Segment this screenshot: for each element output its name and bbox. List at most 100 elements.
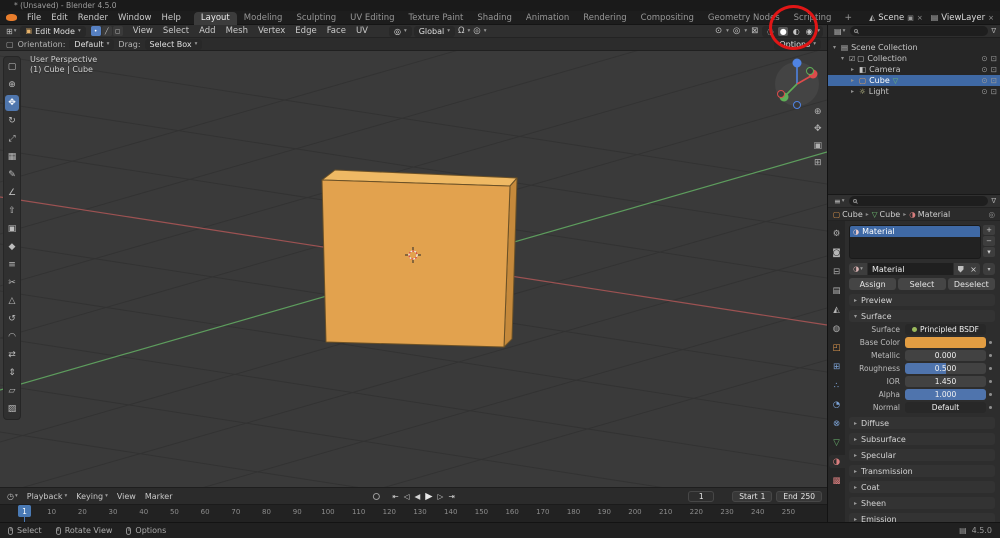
collapsed-panel-header[interactable]: ▸Sheen — [849, 497, 995, 509]
disclosure-arrow-icon[interactable]: ▸ — [851, 66, 859, 73]
remove-view-layer-icon[interactable]: × — [988, 14, 994, 22]
material-preview-shading-icon[interactable]: ◐ — [791, 27, 801, 36]
workspace-tab[interactable]: Shading — [470, 12, 519, 25]
menu-item[interactable]: UV — [351, 24, 373, 38]
tool-edge-slide[interactable]: ⇄ — [5, 347, 19, 363]
outliner-row[interactable]: ▸ ▢ Cube ▽ ⊙ ⊡ — [828, 75, 1000, 86]
disable-in-render-icon[interactable]: ⊡ — [991, 87, 997, 96]
breadcrumb-item[interactable]: ▢ Cube — [833, 210, 863, 219]
frame-end-field[interactable]: End 250 — [776, 491, 822, 502]
tool-scale[interactable]: ⤢ — [5, 131, 19, 147]
alpha-slider[interactable]: 1.000 — [905, 389, 986, 400]
hide-in-viewport-icon[interactable]: ⊙ — [981, 65, 987, 74]
tab-texture[interactable]: ▩ — [829, 474, 845, 487]
workspace-tab[interactable]: UV Editing — [343, 12, 401, 25]
disclosure-arrow-icon[interactable]: ▸ — [851, 77, 859, 84]
hide-in-viewport-icon[interactable]: ⊙ — [981, 76, 987, 85]
outliner-row[interactable]: ▾ ▤ Scene Collection — [828, 42, 1000, 53]
toggle-xray-icon[interactable]: ⊠ — [750, 26, 759, 36]
menu-item[interactable]: File — [22, 11, 46, 25]
cube-front-face[interactable] — [322, 180, 510, 347]
outliner-search-input[interactable] — [850, 26, 988, 36]
workspace-tab[interactable]: Geometry Nodes — [701, 12, 787, 25]
tool-smooth[interactable]: ◠ — [5, 329, 19, 345]
tab-object[interactable]: ◰ — [829, 341, 845, 354]
menu-item[interactable]: Edge — [290, 24, 321, 38]
playhead[interactable]: 1 — [18, 505, 31, 517]
mode-dropdown[interactable]: ▣ Edit Mode ▾ — [20, 26, 85, 37]
menu-item[interactable]: Help — [156, 11, 185, 25]
gizmo-z-axis[interactable] — [793, 59, 802, 68]
animate-property-dot[interactable] — [986, 354, 995, 357]
rendered-shading-icon[interactable]: ◉ — [804, 27, 814, 36]
menu-item[interactable]: Face — [322, 24, 351, 38]
menu-item[interactable]: Mesh — [221, 24, 253, 38]
add-slot-button[interactable]: + — [983, 225, 995, 235]
frame-start-field[interactable]: Start 1 — [732, 491, 772, 502]
disclosure-arrow-icon[interactable]: ▾ — [833, 44, 841, 51]
workspace-tab[interactable]: Modeling — [237, 12, 290, 25]
action-button[interactable]: Select — [898, 278, 945, 290]
disable-in-render-icon[interactable]: ⊡ — [991, 76, 997, 85]
pan-icon[interactable]: ✥ — [814, 124, 822, 134]
show-gizmo-icon[interactable]: ⊙ — [714, 26, 723, 36]
animate-property-dot[interactable] — [986, 341, 995, 344]
filter-icon[interactable]: ∇ — [991, 197, 996, 205]
timeline-menu[interactable]: Keying▾ — [72, 492, 112, 501]
show-overlays-icon[interactable]: ◎ — [732, 26, 741, 36]
animate-property-dot[interactable] — [986, 367, 995, 370]
menu-item[interactable]: Add — [194, 24, 220, 38]
base-color-swatch[interactable] — [905, 337, 986, 348]
collapsed-panel-header[interactable]: ▸Coat — [849, 481, 995, 493]
outliner-row[interactable]: ▸ ◧ Camera ⊙ ⊡ — [828, 64, 1000, 75]
menu-item[interactable]: Window — [113, 11, 157, 25]
preview-panel-header[interactable]: ▸ Preview — [849, 294, 995, 306]
filter-icon[interactable]: ∇ — [991, 27, 996, 35]
material-specials-button[interactable]: ▾ — [983, 263, 995, 275]
face-select-button[interactable]: ▢ — [113, 26, 123, 36]
view-layer-selector[interactable]: ViewLayer — [941, 13, 985, 23]
properties-search-input[interactable] — [849, 196, 988, 206]
timeline-editor-icon[interactable]: ◷▾ — [5, 492, 20, 501]
tool-poly-build[interactable]: △ — [5, 293, 19, 309]
menu-item[interactable]: Edit — [46, 11, 72, 25]
tab-modifiers[interactable]: ⊞ — [829, 360, 845, 373]
navigation-gizmo[interactable] — [775, 59, 819, 109]
slot-specials-button[interactable]: ▾ — [983, 247, 995, 257]
tool-transform[interactable]: ▦ — [5, 149, 19, 165]
workspace-tab[interactable]: Compositing — [634, 12, 701, 25]
tool-knife[interactable]: ✂ — [5, 275, 19, 291]
menu-item[interactable]: View — [128, 24, 158, 38]
tab-object-data[interactable]: ▽ — [829, 436, 845, 449]
material-slot-list[interactable]: ◑ Material — [849, 225, 981, 259]
tab-particles[interactable]: ∴ — [829, 379, 845, 392]
animate-property-dot[interactable] — [986, 393, 995, 396]
tool-move[interactable]: ✥ — [5, 95, 19, 111]
editor-type-icon[interactable]: ⊞▾ — [4, 27, 18, 36]
hide-in-viewport-icon[interactable]: ⊙ — [981, 54, 987, 63]
tab-constraints[interactable]: ⊗ — [829, 417, 845, 430]
timeline-menu[interactable]: Playback▾ — [23, 492, 71, 501]
workspace-tab[interactable]: Rendering — [576, 12, 633, 25]
play-reverse-button[interactable]: ◀ — [414, 492, 420, 501]
jump-to-end-button[interactable]: ⇥ — [448, 492, 454, 501]
tab-scene[interactable]: ◭ — [829, 303, 845, 316]
material-slot-row[interactable]: ◑ Material — [850, 226, 980, 237]
tool-rip-region[interactable]: ▨ — [5, 401, 19, 417]
add-workspace-button[interactable]: + — [838, 13, 858, 23]
action-button[interactable]: Deselect — [948, 278, 995, 290]
menu-item[interactable]: Render — [73, 11, 113, 25]
breadcrumb-item[interactable]: ▽ Cube — [872, 210, 900, 219]
scene-selector[interactable]: Scene — [878, 13, 904, 23]
disable-in-render-icon[interactable]: ⊡ — [991, 54, 997, 63]
tool-loop-cut[interactable]: ≡ — [5, 257, 19, 273]
action-button[interactable]: Assign — [849, 278, 896, 290]
workspace-tab[interactable]: Layout — [194, 12, 237, 25]
surface-shader-dropdown[interactable]: Principled BSDF — [905, 324, 986, 335]
shading-dropdown-icon[interactable]: ▾ — [817, 28, 820, 34]
workspace-tab[interactable]: Texture Paint — [402, 12, 471, 25]
tab-output[interactable]: ⊟ — [829, 265, 845, 278]
tool-measure[interactable]: ∠ — [5, 185, 19, 201]
zoom-icon[interactable]: ⊕ — [814, 107, 822, 117]
drag-setting-dropdown[interactable]: Select Box ▾ — [145, 39, 203, 50]
